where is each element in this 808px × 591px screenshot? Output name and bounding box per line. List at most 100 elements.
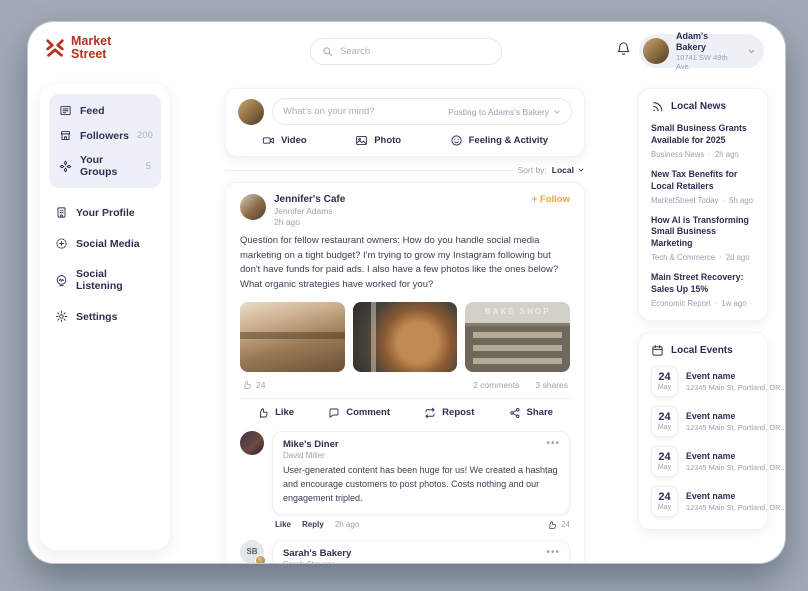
sort-value-dropdown[interactable]: Local <box>552 165 585 175</box>
comment-reply-button[interactable]: Reply <box>302 520 324 529</box>
share-label: Share <box>527 407 553 418</box>
comment-timestamp: 2h ago <box>335 520 359 529</box>
photo-button[interactable]: Photo <box>355 134 401 147</box>
account-switcher[interactable]: Adam's Bakery 10741 SW 49th Ave. <box>639 34 764 68</box>
news-source: MarketStreet Today <box>651 196 718 205</box>
news-item[interactable]: Main Street Recovery: Sales Up 15% Econo… <box>651 272 755 308</box>
news-item[interactable]: New Tax Benefits for Local Retailers Mar… <box>651 169 755 205</box>
bakery-kitchen-photo[interactable] <box>240 302 345 372</box>
search-input[interactable] <box>340 46 490 57</box>
sidebar-item-label: Your Profile <box>76 207 135 219</box>
news-item[interactable]: Small Business Grants Available for 2025… <box>651 123 755 159</box>
composer-input[interactable] <box>283 106 442 117</box>
sidebar-item-social-media[interactable]: Social Media <box>49 229 161 258</box>
sidebar-item-feed[interactable]: Feed <box>53 98 157 123</box>
local-news-panel: Local News Small Business Grants Availab… <box>638 88 768 321</box>
event-item[interactable]: 24 May Event name 12345 Main St. Portlan… <box>651 486 755 517</box>
sidebar-item-your-profile[interactable]: Your Profile <box>49 198 161 227</box>
sidebar-item-settings[interactable]: Settings <box>49 302 161 331</box>
news-headline: Main Street Recovery: Sales Up 15% <box>651 272 755 296</box>
calendar-icon <box>651 344 664 357</box>
event-item[interactable]: 24 May Event name 12345 Main St. Portlan… <box>651 366 755 397</box>
repost-button[interactable]: Repost <box>424 407 474 419</box>
feeling-activity-button[interactable]: Feeling & Activity <box>450 134 548 147</box>
photo-label: Photo <box>374 135 401 146</box>
comment-bubble: Mike's Diner David Miller User-generated… <box>272 431 570 515</box>
more-options-icon[interactable]: ••• <box>546 439 560 449</box>
account-name: Adam's Bakery <box>676 31 740 53</box>
post-business-name: Jennifer's Cafe <box>274 194 345 205</box>
event-month: May <box>658 384 671 391</box>
chevron-down-icon <box>577 166 585 174</box>
event-name: Event name <box>686 451 785 461</box>
groups-count-badge: 5 <box>146 161 151 172</box>
bake-shop-storefront-photo[interactable]: BAKE SHOP <box>465 302 570 372</box>
comment-count[interactable]: 2 comments <box>473 380 519 390</box>
event-month: May <box>658 424 671 431</box>
post-author: Jennifer Adams <box>274 206 345 216</box>
storefront-icon <box>59 129 72 142</box>
comment-business-name: Mike's Diner <box>283 439 559 450</box>
smiley-icon <box>450 134 463 147</box>
comment-button[interactable]: Comment <box>328 407 390 419</box>
comment-label: Comment <box>346 407 390 418</box>
right-sidebar: Local News Small Business Grants Availab… <box>638 88 768 530</box>
comment: SB Sarah's Bakery Sarah Stevens Collabor… <box>240 540 570 563</box>
chevron-down-icon <box>553 108 561 116</box>
event-day: 24 <box>658 452 670 463</box>
news-item[interactable]: How AI is Transforming Small Business Ma… <box>651 215 755 263</box>
avatar <box>643 38 669 64</box>
composer-input-pill[interactable]: Posting to Adams's Bakery <box>272 98 572 125</box>
event-address: 12345 Main St. Portland, OR... <box>686 383 785 392</box>
comment-like-count[interactable]: 24 <box>547 520 570 530</box>
post-action-bar: Like Comment Repost Share <box>240 398 570 421</box>
global-search[interactable] <box>310 38 502 65</box>
news-time: 2h ago <box>708 150 738 159</box>
posting-to-selector[interactable]: Posting to Adams's Bakery <box>448 107 561 117</box>
more-options-icon[interactable]: ••• <box>546 548 560 558</box>
sidebar-item-label: Feed <box>80 105 105 117</box>
comment-bubble: Sarah's Bakery Sarah Stevens Collaborati… <box>272 540 570 563</box>
video-button[interactable]: Video <box>262 134 307 147</box>
sidebar-item-label: Settings <box>76 311 117 323</box>
event-address: 12345 Main St. Portland, OR... <box>686 463 785 472</box>
event-date-badge: 24 May <box>651 486 678 517</box>
sort-row: Sort by: Local <box>225 165 585 175</box>
event-day: 24 <box>658 372 670 383</box>
event-day: 24 <box>658 492 670 503</box>
bread-display-photo[interactable] <box>353 302 458 372</box>
event-name: Event name <box>686 371 785 381</box>
notifications-bell-icon[interactable] <box>616 41 631 56</box>
comment-like-button[interactable]: Like <box>275 520 291 529</box>
share-count[interactable]: 3 shares <box>535 380 568 390</box>
repost-icon <box>424 407 436 419</box>
comment-text: User-generated content has been huge for… <box>283 464 559 506</box>
sort-by-label: Sort by: <box>518 165 547 175</box>
share-button[interactable]: Share <box>509 407 553 419</box>
follow-button[interactable]: + Follow <box>532 194 570 205</box>
posting-to-label: Posting to Adams's Bakery <box>448 107 549 117</box>
event-date-badge: 24 May <box>651 446 678 477</box>
sidebar-item-followers[interactable]: Followers 200 <box>53 123 157 148</box>
app-window: Market Street Adam's Bakery 10741 SW 49t… <box>28 22 785 563</box>
event-name: Event name <box>686 491 785 501</box>
like-button[interactable]: Like <box>257 407 294 419</box>
sidebar-item-your-groups[interactable]: Your Groups 5 <box>53 148 157 184</box>
event-item[interactable]: 24 May Event name 12345 Main St. Portlan… <box>651 446 755 477</box>
comment-author: Sarah Stevens <box>283 560 559 563</box>
thumbs-up-icon <box>257 407 269 419</box>
post-timestamp: 2h ago <box>274 217 345 227</box>
video-icon <box>262 134 275 147</box>
groups-icon <box>59 160 72 173</box>
gauge-icon <box>55 274 68 287</box>
rss-icon <box>651 100 664 113</box>
feed-column: Posting to Adams's Bakery Video Photo Fe… <box>225 88 585 563</box>
brand-logo: Market Street <box>44 35 111 61</box>
brand-name: Market Street <box>71 35 111 61</box>
event-item[interactable]: 24 May Event name 12345 Main St. Portlan… <box>651 406 755 437</box>
feed-post: Jennifer's Cafe Jennifer Adams 2h ago + … <box>225 182 585 563</box>
event-month: May <box>658 504 671 511</box>
post-stats-row: 24 2 comments 3 shares <box>242 380 568 390</box>
like-label: Like <box>275 407 294 418</box>
sidebar-item-social-listening[interactable]: Social Listening <box>49 260 161 300</box>
